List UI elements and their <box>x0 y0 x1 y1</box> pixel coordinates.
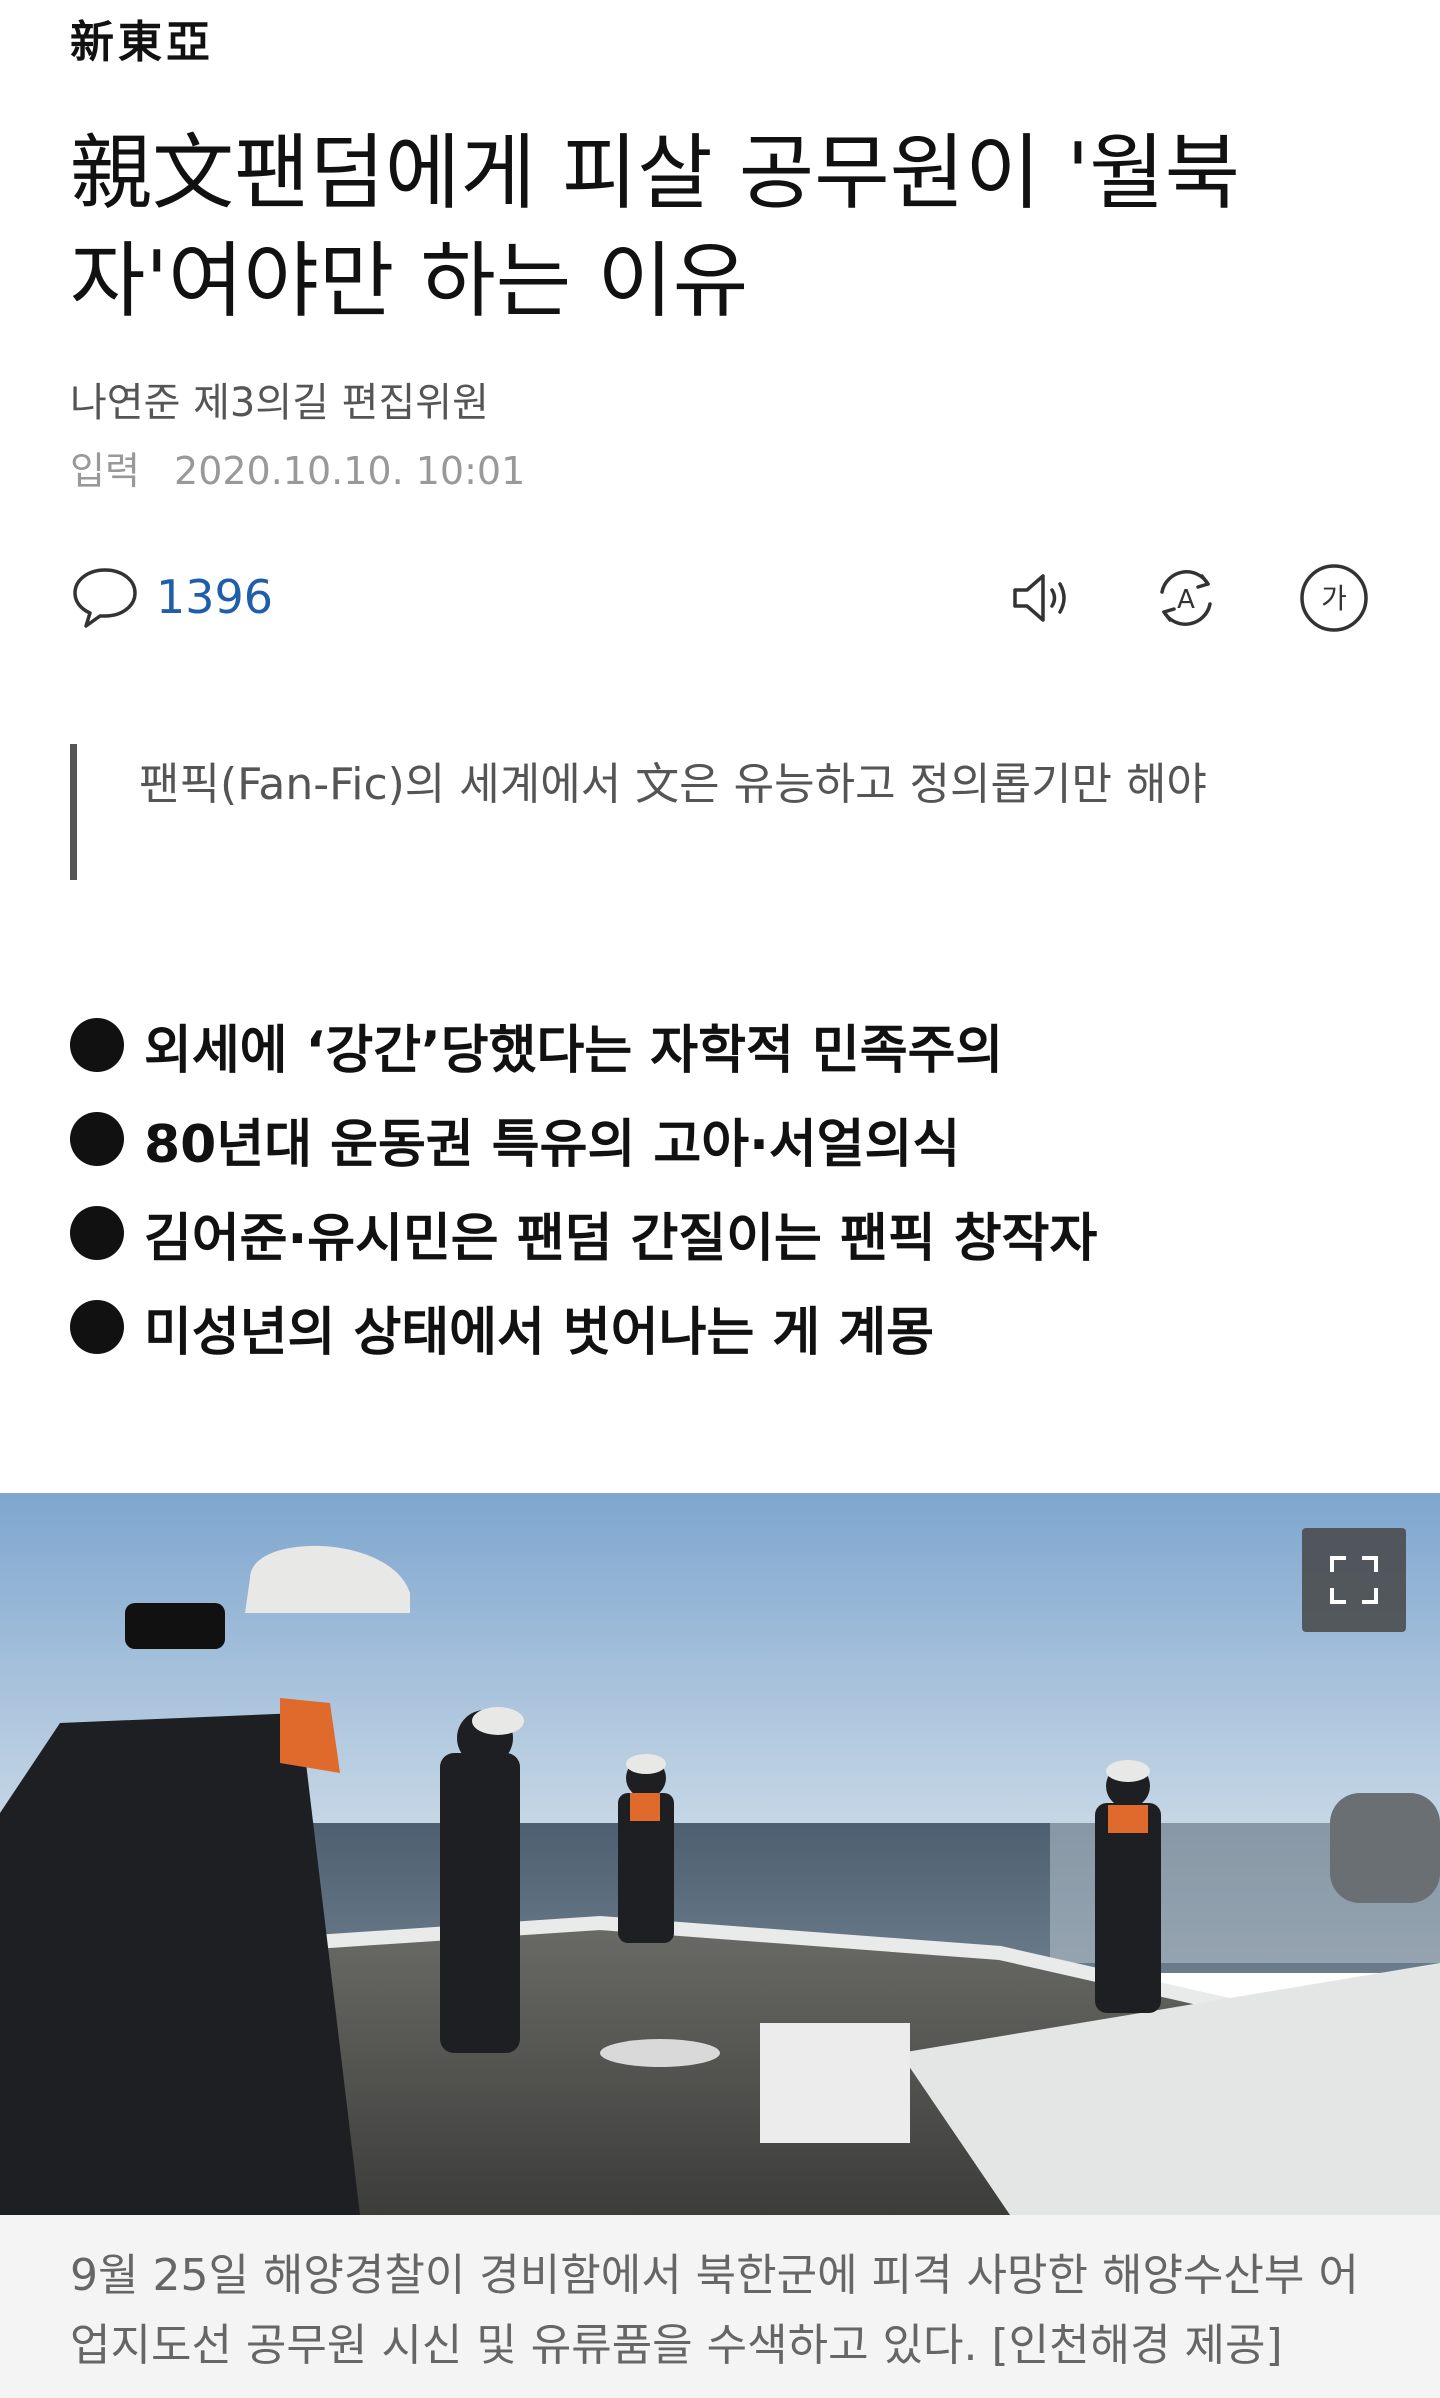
photo-caption: 9월 25일 해양경찰이 경비함에서 북한군에 피격 사망한 해양수산부 어업지… <box>0 2215 1440 2398</box>
font-size-icon: 가 <box>1300 564 1368 632</box>
date-value: 2020.10.10. 10:01 <box>174 449 526 493</box>
key-point-text: 80년대 운동권 특유의 고아·서얼의식 <box>144 1114 961 1175</box>
font-size-glyph: 가 <box>1321 582 1347 615</box>
photo-coast-guard-scene <box>0 1493 1440 2215</box>
comments-button[interactable]: 1396 <box>70 562 273 632</box>
translate-glyph: A <box>1177 585 1195 615</box>
translate-button[interactable]: A <box>1150 562 1222 634</box>
key-points-list: 외세에 ‘강간’당했다는 자학적 민족주의 80년대 운동권 특유의 고아·서얼… <box>70 998 1097 1374</box>
key-point-item: 외세에 ‘강간’당했다는 자학적 민족주의 <box>70 998 1097 1092</box>
article-author[interactable]: 나연준 제3의길 편집위원 <box>70 370 489 428</box>
article-actions-bar: 1396 A 가 <box>70 562 1370 638</box>
key-point-item: 김어준·유시민은 팬덤 간질이는 팬픽 창작자 <box>70 1186 1097 1280</box>
key-point-text: 미성년의 상태에서 벗어나는 게 계몽 <box>144 1302 935 1363</box>
key-point-item: 80년대 운동권 특유의 고아·서얼의식 <box>70 1092 1097 1186</box>
fullscreen-icon <box>1330 1556 1378 1604</box>
site-logo[interactable]: 新東亞 <box>70 6 214 70</box>
key-point-text: 김어준·유시민은 팬덤 간질이는 팬픽 창작자 <box>144 1208 1098 1269</box>
bullet-dot-icon <box>70 1112 124 1166</box>
article-summary: 팬픽(Fan-Fic)의 세계에서 文은 유능하고 정의롭기만 해야 <box>70 744 1370 880</box>
article-dateline: 입력 2020.10.10. 10:01 <box>70 440 525 495</box>
date-label: 입력 <box>70 449 140 493</box>
comment-count: 1396 <box>156 570 274 624</box>
key-point-item: 미성년의 상태에서 벗어나는 게 계몽 <box>70 1280 1097 1374</box>
listen-button[interactable] <box>1005 562 1077 634</box>
translate-icon: A <box>1160 570 1212 626</box>
bullet-dot-icon <box>70 1206 124 1260</box>
font-size-button[interactable]: 가 <box>1298 562 1370 634</box>
bullet-dot-icon <box>70 1300 124 1354</box>
key-point-text: 외세에 ‘강간’당했다는 자학적 민족주의 <box>144 1020 1004 1081</box>
bullet-dot-icon <box>70 1018 124 1072</box>
article-photo[interactable] <box>0 1493 1440 2215</box>
article-page: 新東亞 親文팬덤에게 피살 공무원이 '월북자'여야만 하는 이유 나연준 제3… <box>0 0 1440 2398</box>
photo-expand-button[interactable] <box>1302 1528 1406 1632</box>
speaker-icon <box>1013 574 1066 622</box>
speech-bubble-icon <box>73 568 137 628</box>
article-headline: 親文팬덤에게 피살 공무원이 '월북자'여야만 하는 이유 <box>70 126 1241 329</box>
